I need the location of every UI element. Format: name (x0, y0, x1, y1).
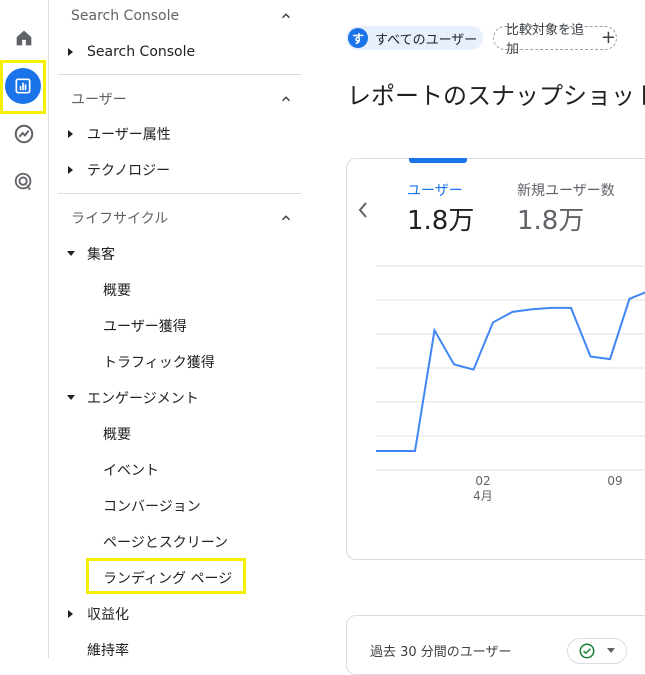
nav-item-search-console[interactable]: Search Console (62, 38, 195, 66)
chevron-up-icon (281, 13, 291, 19)
x-tick-sublabel: 4月 (473, 489, 493, 503)
nav-sub-acquisition-overview[interactable]: 概要 (103, 276, 131, 304)
nav-sub-pages-screens[interactable]: ページとスクリーン (103, 528, 228, 556)
nav-item-acquisition[interactable]: 集客 (62, 240, 115, 268)
explore-icon[interactable] (6, 116, 42, 152)
metric-tab-users[interactable]: ユーザー (407, 180, 463, 200)
nav-sub-engagement-overview[interactable]: 概要 (103, 420, 131, 448)
section-search-console[interactable]: Search Console (71, 1, 293, 31)
sub-item-label: トラフィック獲得 (103, 355, 215, 371)
x-tick-label: 09 (607, 474, 623, 488)
metric-value-users: 1.8万 (407, 206, 475, 236)
sub-item-label: ユーザー獲得 (103, 319, 187, 335)
chevron-up-icon (281, 96, 291, 102)
divider (58, 193, 301, 194)
section-label: ユーザー (71, 92, 127, 108)
add-comparison-label: 比較対象を追加 (506, 23, 585, 57)
sub-item-label: 概要 (103, 283, 131, 299)
plus-icon: + (600, 27, 616, 48)
reports-icon[interactable] (5, 68, 41, 104)
realtime-label: 過去 30 分間のユーザー (370, 645, 512, 660)
nav-item-label: 維持率 (87, 643, 129, 659)
home-icon[interactable] (6, 20, 42, 56)
nav-item-label: テクノロジー (87, 163, 171, 179)
nav-item-label: エンゲージメント (87, 391, 199, 407)
divider (58, 74, 301, 75)
caret-down-icon (607, 648, 615, 653)
caret-down-icon (62, 250, 80, 258)
check-circle-icon (579, 643, 595, 659)
nav-item-label: Search Console (87, 44, 196, 60)
segment-avatar: す (348, 28, 368, 48)
sub-item-label: ページとスクリーン (103, 535, 229, 551)
sub-item-label: コンバージョン (103, 499, 201, 515)
caret-right-icon (62, 129, 80, 139)
nav-item-technology[interactable]: テクノロジー (62, 156, 170, 184)
section-user[interactable]: ユーザー (71, 84, 293, 114)
realtime-status-dropdown[interactable] (567, 638, 627, 664)
sub-item-label: 概要 (103, 427, 131, 443)
nav-sub-events[interactable]: イベント (103, 456, 159, 484)
series-line (376, 291, 645, 452)
nav-item-label: 集客 (87, 247, 115, 263)
metric-value-new-users: 1.8万 (517, 206, 585, 236)
sub-item-label: イベント (103, 463, 159, 479)
add-comparison-button[interactable]: 比較対象を追加 + (493, 23, 617, 57)
nav-item-label: ユーザー属性 (87, 127, 171, 143)
nav-item-user-attributes[interactable]: ユーザー属性 (62, 120, 171, 148)
nav-sub-conversions[interactable]: コンバージョン (103, 492, 201, 520)
caret-right-icon (62, 609, 80, 619)
nav-item-label: 収益化 (87, 607, 129, 623)
nav-sub-traffic-acquisition[interactable]: トラフィック獲得 (103, 348, 215, 376)
user-segment-chip[interactable]: す すべてのユーザー (346, 26, 483, 50)
caret-down-icon (62, 394, 80, 402)
chevron-left-icon[interactable] (356, 200, 370, 224)
page-title: レポートのスナップショット (347, 82, 645, 110)
chevron-up-icon (281, 215, 291, 221)
advertising-icon[interactable] (6, 164, 42, 200)
section-label: Search Console (71, 8, 180, 24)
nav-item-monetization[interactable]: 収益化 (62, 600, 129, 628)
nav-item-engagement[interactable]: エンゲージメント (62, 384, 199, 412)
users-line-chart (376, 265, 645, 471)
active-metric-indicator (409, 158, 467, 163)
nav-sub-user-acquisition[interactable]: ユーザー獲得 (103, 312, 187, 340)
nav-item-retention[interactable]: 維持率 (62, 636, 129, 664)
icon-rail (0, 0, 49, 658)
section-label: ライフサイクル (71, 211, 169, 227)
caret-right-icon (62, 165, 80, 175)
metric-tab-new-users[interactable]: 新規ユーザー数 (517, 180, 615, 200)
caret-right-icon (62, 47, 80, 57)
segment-label: すべてのユーザー (375, 32, 478, 48)
x-tick-label: 02 (475, 474, 491, 488)
section-lifecycle[interactable]: ライフサイクル (71, 203, 293, 233)
landing-page-highlight (86, 558, 246, 594)
